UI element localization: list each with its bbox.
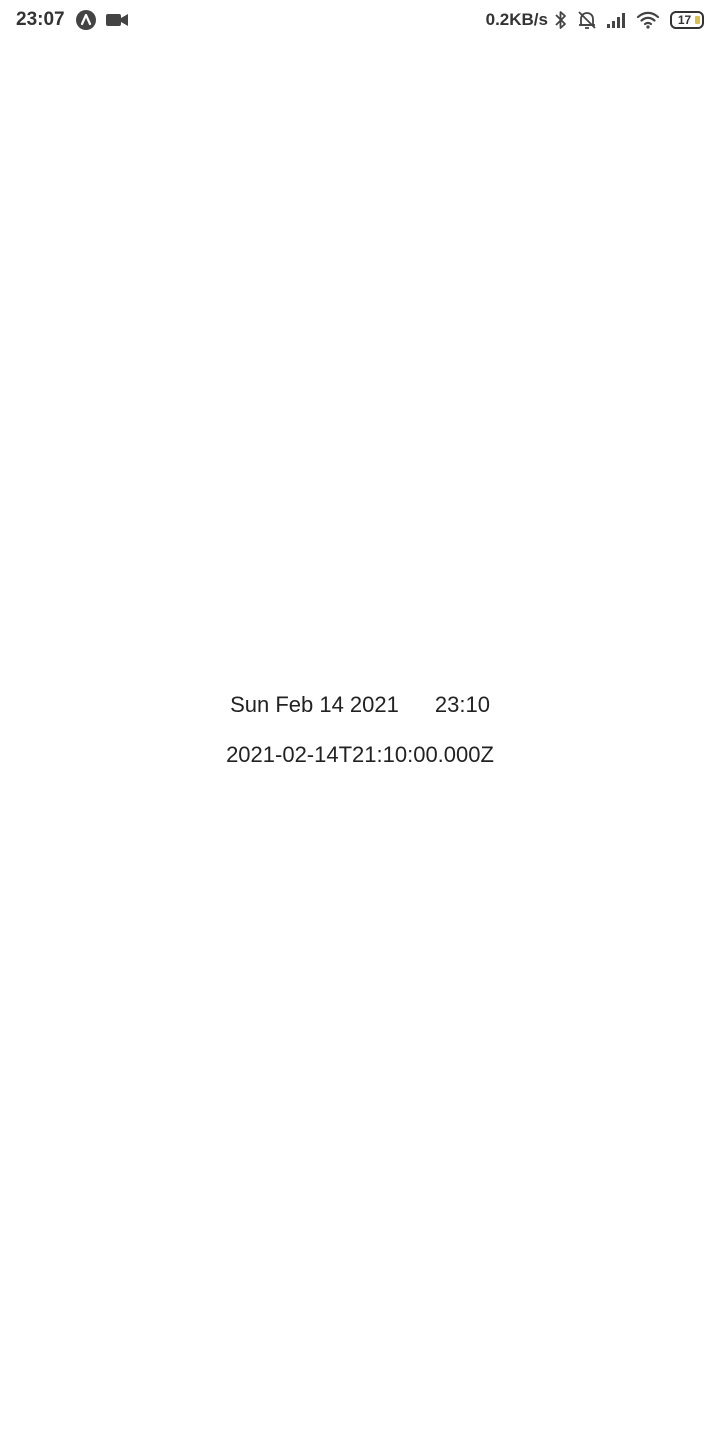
- status-time: 23:07: [16, 9, 65, 30]
- status-bar-right: 0.2KB/s 17: [486, 9, 704, 31]
- app-a-icon: [75, 9, 97, 31]
- video-camera-icon: [105, 11, 129, 29]
- battery-icon: 17: [670, 11, 704, 29]
- status-bar-left: 23:07: [16, 9, 137, 31]
- alarm-off-icon: [576, 9, 598, 31]
- signal-icon: [606, 11, 628, 29]
- time-text: 23:10: [434, 692, 490, 717]
- date-time-row: Sun Feb 14 2021 23:10: [0, 688, 720, 722]
- battery-fill: [695, 16, 700, 24]
- status-bar: 23:07 0.2KB/s 17: [0, 0, 720, 40]
- date-text: Sun Feb 14 2021: [230, 692, 399, 717]
- wifi-icon: [636, 10, 660, 30]
- main-content: Sun Feb 14 2021 23:10 2021-02-14T21:10:0…: [0, 688, 720, 772]
- network-speed: 0.2KB/s: [485, 10, 548, 29]
- battery-level: 17: [677, 13, 692, 27]
- bluetooth-icon: [554, 10, 568, 30]
- iso-date-text: 2021-02-14T21:10:00.000Z: [226, 742, 494, 767]
